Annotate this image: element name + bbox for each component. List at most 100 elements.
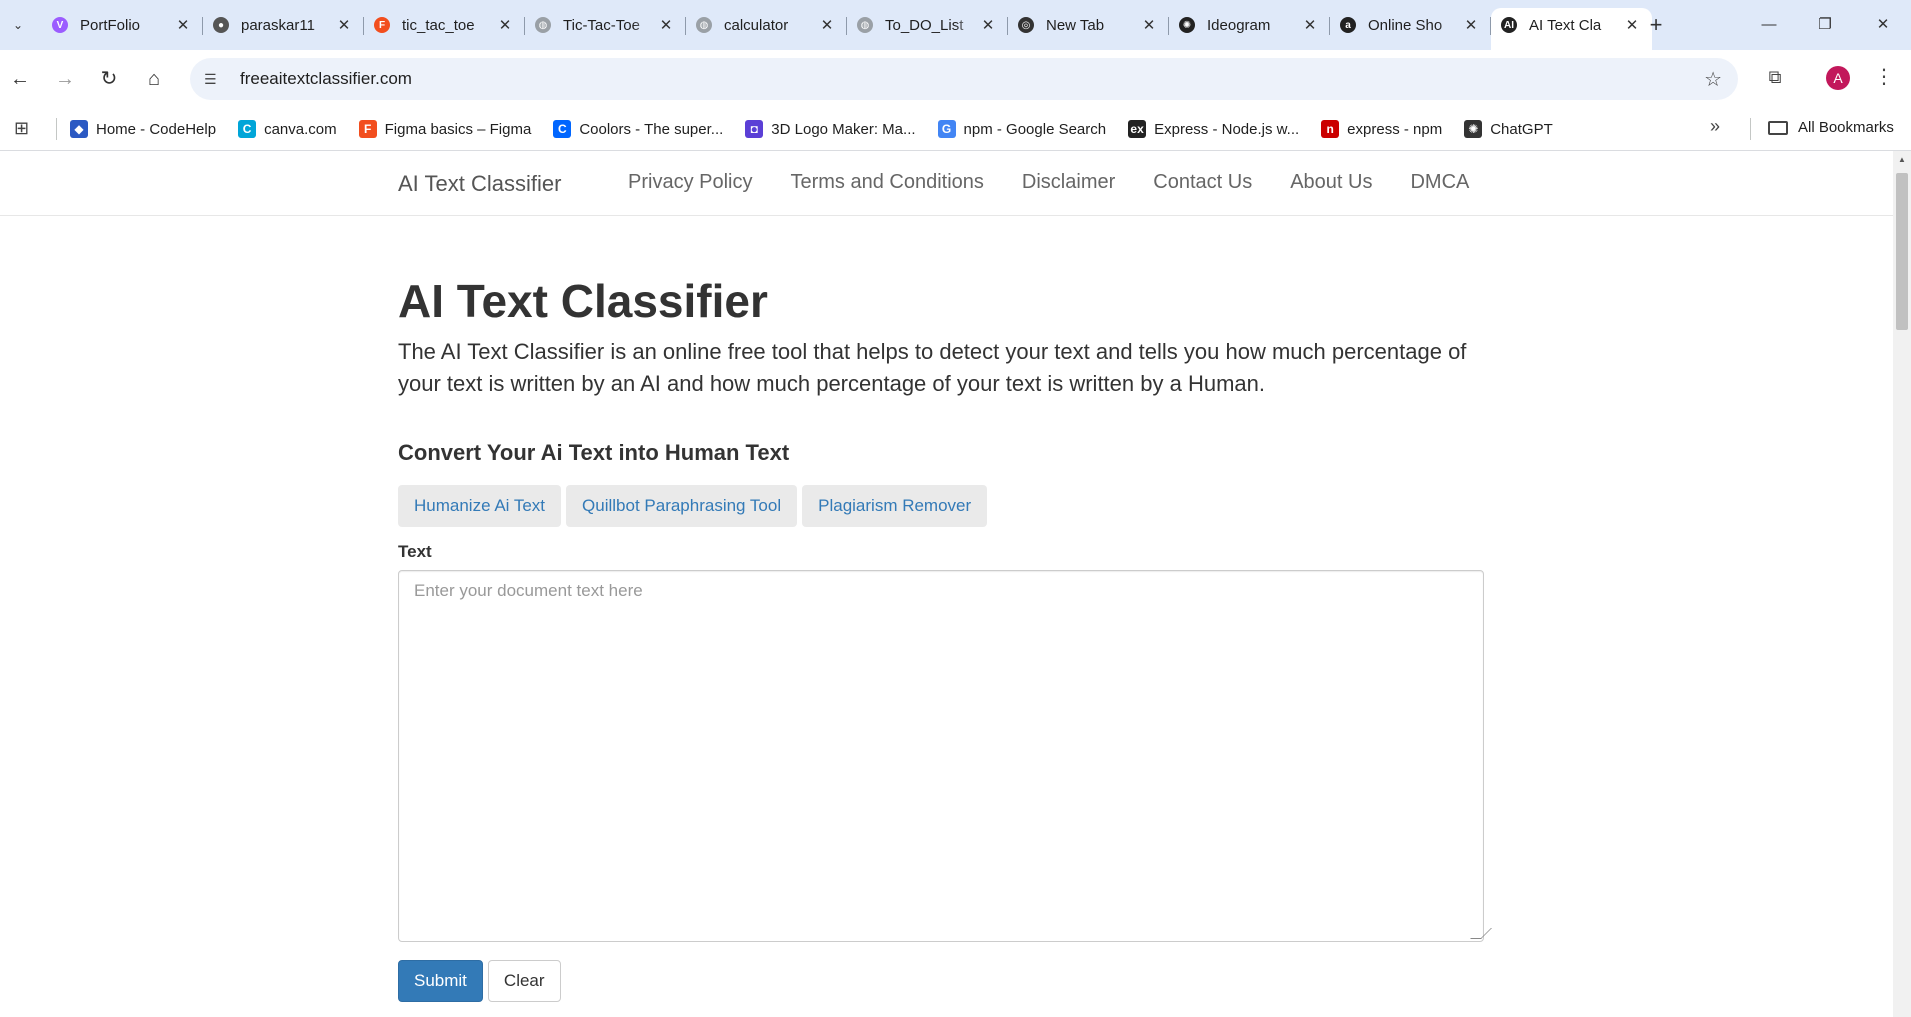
canva-icon: C — [238, 120, 257, 138]
page-scrollbar[interactable]: ▲ — [1893, 151, 1911, 1017]
tab-title: Ideogram — [1207, 16, 1271, 34]
logomaker-icon: ◘ — [745, 120, 764, 138]
ai-icon: AI — [1501, 17, 1517, 33]
reload-icon[interactable]: ↻ — [94, 64, 124, 94]
forward-arrow-icon[interactable]: → — [50, 64, 80, 94]
site-settings-icon[interactable]: ☰ — [204, 71, 226, 88]
more-bookmarks-icon[interactable]: » — [1710, 116, 1720, 137]
github-icon: ● — [213, 17, 229, 33]
browser-menu-icon[interactable]: ⋮ — [1874, 62, 1894, 92]
bookmark-item[interactable]: ✺ ChatGPT — [1464, 120, 1553, 138]
bookmark-item[interactable]: ex Express - Node.js w... — [1128, 120, 1299, 138]
divider — [1750, 118, 1751, 140]
extensions-icon[interactable]: ⧉ — [1760, 62, 1790, 92]
coolors-icon: C — [553, 120, 572, 138]
tab-close-icon[interactable]: ✕ — [1461, 16, 1481, 34]
tab-strip: ⌄ V PortFolio ✕ ● paraskar11 ✕ Ftic_tac_toe ✕ ◍ T… — [0, 0, 1911, 50]
tab-close-icon[interactable]: ✕ — [817, 16, 837, 34]
amazon-icon: a — [1340, 17, 1356, 33]
globe-icon: ◍ — [696, 17, 712, 33]
bookmark-item[interactable]: n express - npm — [1321, 120, 1442, 138]
site-brand[interactable]: AI Text Classifier — [398, 171, 561, 197]
text-label: Text — [398, 542, 432, 561]
bookmark-label: express - npm — [1347, 120, 1443, 138]
all-bookmarks-button[interactable]: All Bookmarks — [1768, 119, 1894, 136]
profile-avatar[interactable]: A — [1826, 66, 1850, 90]
tool-button[interactable]: Quillbot Paraphrasing Tool — [566, 485, 798, 527]
window-close-icon[interactable]: ✕ — [1868, 10, 1898, 40]
clear-button[interactable]: Clear — [487, 960, 561, 1002]
tab-close-icon[interactable]: ✕ — [1622, 16, 1642, 34]
globe-icon: ◍ — [857, 17, 873, 33]
address-bar[interactable]: ☰ freeaitextclassifier.com ☆ — [190, 58, 1738, 100]
browser-tab[interactable]: ◎ New Tab ✕ — [1008, 8, 1169, 42]
browser-tab[interactable]: V PortFolio ✕ — [42, 8, 203, 42]
nav-link[interactable]: Contact Us — [1153, 171, 1252, 194]
bookmark-item[interactable]: Ccanva.com — [238, 120, 337, 138]
submit-button[interactable]: Submit — [398, 960, 483, 1002]
bookmark-item[interactable]: C Coolors - The super... — [553, 120, 723, 138]
globe-icon: ◍ — [535, 17, 551, 33]
bookmark-label: ChatGPT — [1490, 120, 1553, 138]
tab-close-icon[interactable]: ✕ — [1300, 16, 1320, 34]
back-arrow-icon[interactable]: ← — [5, 64, 35, 94]
browser-tab[interactable]: ✺ Ideogram ✕ — [1169, 8, 1330, 42]
tab-close-icon[interactable]: ✕ — [1139, 16, 1159, 34]
nav-link[interactable]: Disclaimer — [1022, 171, 1115, 194]
bookmark-list: ◆ Home - CodeHelp Ccanva.com F Figma basics … — [70, 108, 1575, 150]
page-title: AI Text Classifier — [398, 275, 768, 327]
tab-title: Tic-Tac-Toe — [563, 16, 640, 34]
browser-tab[interactable]: a Online Sho ✕ — [1330, 8, 1491, 42]
tab-close-icon[interactable]: ✕ — [334, 16, 354, 34]
tab-close-icon[interactable]: ✕ — [495, 16, 515, 34]
browser-toolbar: ← → ↻ ⌂ ☰ freeaitextclassifier.com ☆ — [0, 50, 1911, 108]
url-text[interactable]: freeaitextclassifier.com — [240, 69, 412, 89]
bookmarks-bar: ⊞ ◆ Home - CodeHelp Ccanva.com F Figma basic… — [0, 108, 1911, 151]
browser-tab[interactable]: ◍ To_DO_List ✕ — [847, 8, 1008, 42]
nav-link[interactable]: DMCA — [1410, 171, 1469, 194]
all-bookmarks-label: All Bookmarks — [1798, 119, 1894, 136]
page-description: The AI Text Classifier is an online free… — [398, 339, 1467, 396]
browser-tab[interactable]: ◍ calculator ✕ — [686, 8, 847, 42]
bookmark-label: 3D Logo Maker: Ma... — [771, 120, 916, 138]
browser-tab[interactable]: Ftic_tac_toe ✕ — [364, 8, 525, 42]
tool-button[interactable]: Humanize Ai Text — [398, 485, 562, 527]
bookmark-item[interactable]: F Figma basics – Figma — [358, 120, 531, 138]
tool-button[interactable]: Plagiarism Remover — [802, 485, 988, 527]
tab-close-icon[interactable]: ✕ — [656, 16, 676, 34]
browser-tab[interactable]: ◍ Tic-Tac-Toe ✕ — [525, 8, 686, 42]
bookmark-star-icon[interactable]: ☆ — [1704, 67, 1722, 92]
scroll-up-arrow-icon[interactable]: ▲ — [1898, 155, 1906, 164]
tab-title: To_DO_List — [885, 16, 964, 34]
chatgpt-icon: ✺ — [1464, 120, 1483, 138]
tab-close-icon[interactable]: ✕ — [978, 16, 998, 34]
tabs: V PortFolio ✕ ● paraskar11 ✕ Ftic_tac_toe ✕ ◍ Tic… — [42, 8, 1652, 50]
scrollbar-thumb[interactable] — [1896, 173, 1908, 330]
bookmark-label: Coolors - The super... — [579, 120, 724, 138]
ideogram-icon: ✺ — [1179, 17, 1195, 33]
bookmark-item[interactable]: Gnpm - Google Search — [937, 120, 1106, 138]
divider — [56, 118, 57, 140]
bookmark-item[interactable]: ◆ Home - CodeHelp — [70, 120, 216, 138]
tab-search-chevron-icon[interactable]: ⌄ — [6, 13, 30, 37]
bookmark-label: Home - CodeHelp — [96, 120, 217, 138]
nav-link[interactable]: Privacy Policy — [628, 171, 752, 194]
bookmark-label: Express - Node.js w... — [1154, 120, 1300, 138]
document-text-input[interactable] — [398, 570, 1484, 942]
tool-buttons: Humanize Ai Text Quillbot Paraphrasing To… — [398, 485, 992, 527]
tab-close-icon[interactable]: ✕ — [173, 16, 193, 34]
nav-link[interactable]: About Us — [1290, 171, 1372, 194]
nav-link[interactable]: Terms and Conditions — [790, 171, 983, 194]
figma-icon: F — [374, 17, 390, 33]
home-icon[interactable]: ⌂ — [139, 64, 169, 94]
apps-grid-icon[interactable]: ⊞ — [14, 118, 29, 139]
browser-tab[interactable]: ● paraskar11 ✕ — [203, 8, 364, 42]
codehelp-icon: ◆ — [70, 120, 88, 138]
minimize-icon[interactable]: — — [1754, 10, 1784, 40]
bookmark-item[interactable]: ◘ 3D Logo Maker: Ma... — [745, 120, 916, 138]
tab-title: New Tab — [1046, 16, 1105, 34]
folder-icon — [1768, 120, 1788, 135]
restore-icon[interactable]: ❐ — [1810, 10, 1840, 40]
browser-tab[interactable]: AI AI Text Cla ✕ — [1491, 8, 1652, 50]
new-tab-button[interactable]: + — [1644, 10, 1668, 40]
